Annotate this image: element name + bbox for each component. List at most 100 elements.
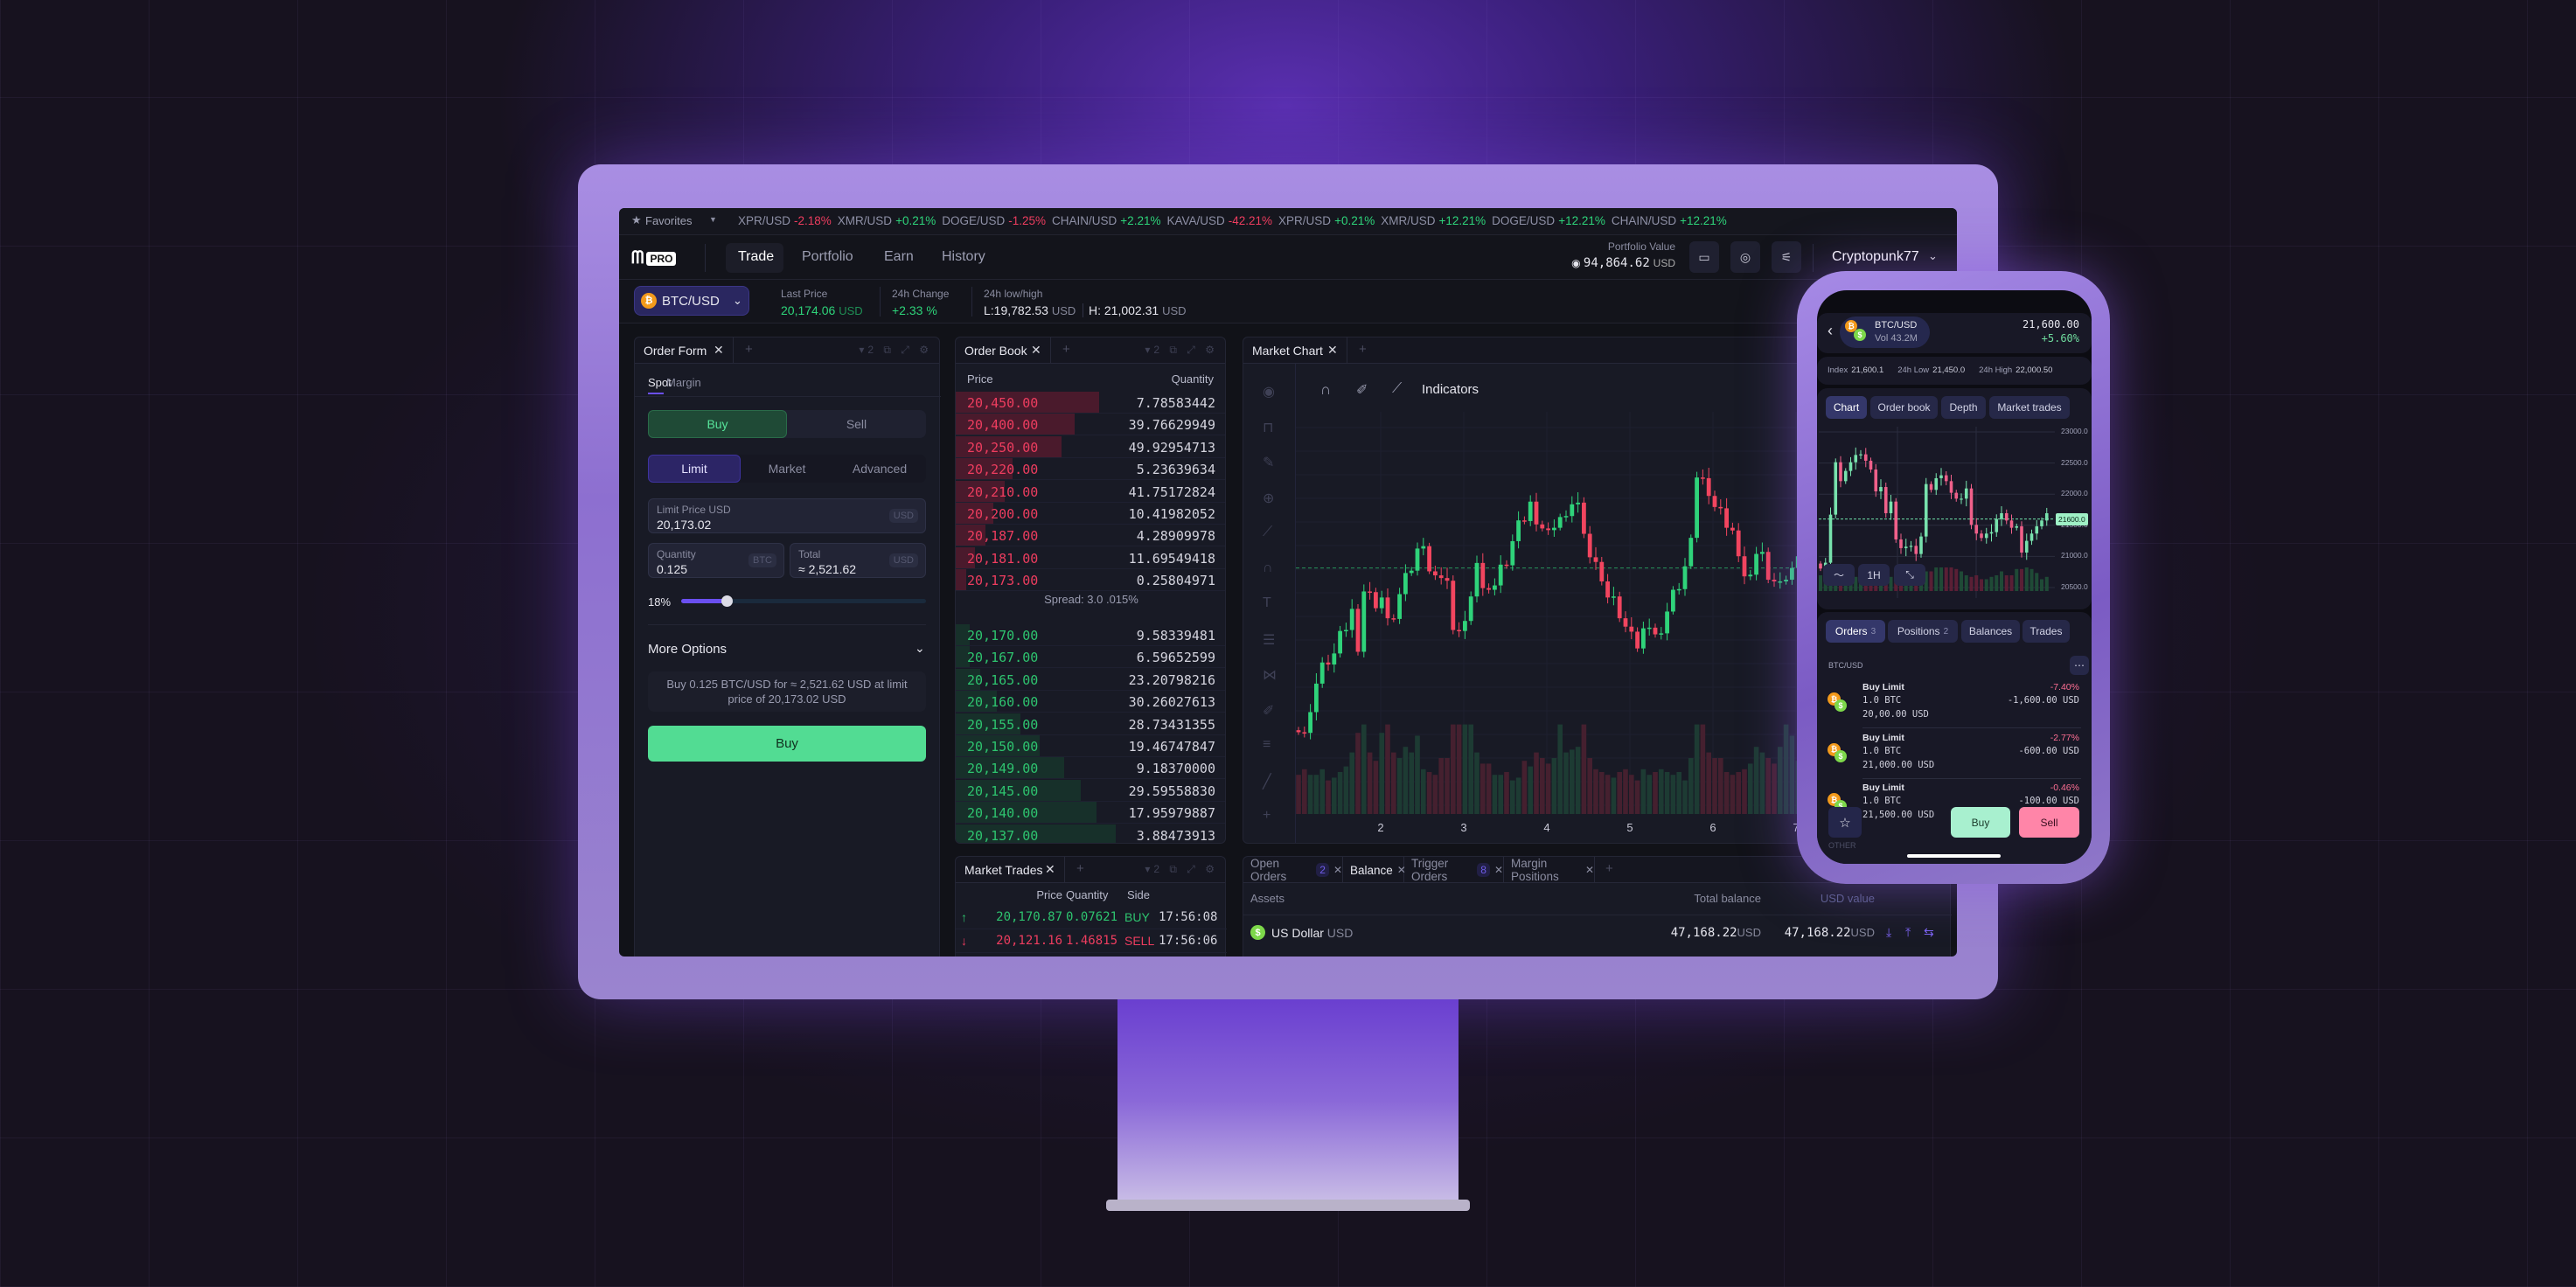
ticker-item[interactable]: XMR/USD +12.21% (1381, 214, 1486, 227)
pencil-lock-icon[interactable]: ✎ (1263, 454, 1274, 471)
order-type-advanced[interactable]: Advanced (833, 455, 926, 483)
amount-slider[interactable] (681, 595, 926, 607)
deposit-icon[interactable]: ⤓ (1886, 925, 1891, 940)
ticker-item[interactable]: DOGE/USD +12.21% (1492, 214, 1605, 227)
ticker-item[interactable]: CHAIN/USD +2.21% (1052, 214, 1160, 227)
tab-trade[interactable]: Trade (738, 249, 774, 265)
tab-margin[interactable]: Margin (666, 376, 701, 389)
add-tab-icon[interactable]: + (1062, 342, 1070, 357)
favorites-dropdown[interactable]: Favorites (645, 214, 692, 227)
balance-row[interactable]: $ US Dollar USD 47,168.22USD 47,168.22US… (1243, 921, 1952, 947)
ruler-icon[interactable]: ⟋ (1263, 525, 1272, 540)
close-icon[interactable]: ✕ (1333, 864, 1342, 876)
chart-type-button[interactable]: 〜 (1823, 564, 1855, 586)
panel-controls[interactable]: ▾2 ⧉ ⤢ ⚙ (1145, 344, 1218, 357)
ticker-item[interactable]: XMR/USD +0.21% (838, 214, 936, 227)
transfer-icon[interactable]: ⇆ (1924, 925, 1934, 940)
add-tab-icon[interactable]: + (1359, 342, 1367, 357)
tab-balance[interactable]: Balance ✕ (1343, 857, 1406, 883)
tab-positions[interactable]: Positions 2 (1888, 620, 1958, 643)
tab-balances[interactable]: Balances (1961, 620, 2020, 643)
quantity-input[interactable]: Quantity 0.125 BTC (648, 543, 784, 578)
tab-market-trades[interactable]: Market trades (1989, 396, 2070, 419)
eye-icon[interactable]: ◉ (1263, 383, 1275, 400)
tab-chart[interactable]: Chart (1826, 396, 1867, 419)
tab-margin-positions[interactable]: Margin Positions ✕ (1504, 857, 1595, 883)
bid-row[interactable]: 20,149.00 9.18370000 (956, 757, 1225, 780)
ask-row[interactable]: 20,200.00 10.41982052 (956, 503, 1225, 525)
tab-portfolio[interactable]: Portfolio (802, 249, 853, 265)
indicators-button[interactable]: Indicators (1422, 382, 1479, 397)
panel-controls[interactable]: ▾2 ⧉ ⤢ ⚙ (859, 344, 932, 357)
bid-row[interactable]: 20,165.00 23.20798216 (956, 668, 1225, 691)
bid-row[interactable]: 20,160.00 30.26027613 (956, 691, 1225, 713)
ticker-item[interactable]: CHAIN/USD +12.21% (1612, 214, 1727, 227)
eye-icon[interactable]: ◉ (1571, 257, 1584, 269)
close-icon[interactable]: ✕ (1031, 343, 1041, 358)
add-tab-icon[interactable]: + (1605, 861, 1613, 876)
ticker-item[interactable]: XPR/USD +0.21% (1278, 214, 1375, 227)
close-icon[interactable]: ✕ (1585, 864, 1594, 876)
tab-open-orders[interactable]: Open Orders 2 ✕ (1243, 857, 1343, 883)
tab-orders[interactable]: Orders 3 (1826, 620, 1885, 643)
ruler-icon[interactable]: ⟋ (1392, 381, 1402, 397)
add-tab-icon[interactable]: + (745, 342, 753, 357)
pair-selector[interactable]: ₿ BTC/USD ⌄ (634, 286, 749, 316)
text-icon[interactable]: T (1263, 595, 1271, 611)
bid-row[interactable]: 20,155.00 28.73431355 (956, 713, 1225, 735)
ask-row[interactable]: 20,173.00 0.25804971 (956, 569, 1225, 592)
brush-icon[interactable]: ✐ (1356, 381, 1368, 399)
bid-row[interactable]: 20,170.00 9.58339481 (956, 624, 1225, 646)
add-tab-icon[interactable]: + (1076, 861, 1084, 876)
submit-buy-button[interactable]: Buy (648, 726, 926, 762)
pair-pill[interactable]: ₿ $ BTC/USD Vol 43.2M (1840, 317, 1930, 348)
close-icon[interactable]: ✕ (1045, 862, 1055, 877)
ask-row[interactable]: 20,210.00 41.75172824 (956, 480, 1225, 503)
brush-icon[interactable]: ✐ (1263, 702, 1274, 720)
more-options-toggle[interactable]: More Options (648, 642, 727, 657)
tab-trades[interactable]: Trades (2023, 620, 2070, 643)
user-menu[interactable]: Cryptopunk77 (1832, 249, 1919, 265)
close-icon[interactable]: ✕ (714, 343, 724, 358)
pattern-icon[interactable]: ⋈ (1263, 666, 1277, 684)
mobile-buy-button[interactable]: Buy (1951, 807, 2010, 838)
magnet-icon[interactable]: ∩ (1263, 560, 1273, 576)
bid-row[interactable]: 20,167.00 6.59652599 (956, 646, 1225, 669)
tab-depth[interactable]: Depth (1941, 396, 1986, 419)
ask-row[interactable]: 20,187.00 4.28909978 (956, 525, 1225, 547)
bid-row[interactable]: 20,150.00 19.46747847 (956, 735, 1225, 757)
order-type-market[interactable]: Market (741, 455, 833, 483)
settings-button[interactable]: ⚟ (1772, 241, 1801, 273)
mobile-sell-button[interactable]: Sell (2019, 807, 2079, 838)
bid-row[interactable]: 20,137.00 3.88473913 (956, 824, 1225, 843)
expand-button[interactable]: ⤡ (1894, 564, 1925, 586)
tab-earn[interactable]: Earn (884, 249, 914, 265)
sell-side-button[interactable]: Sell (787, 410, 926, 438)
support-button[interactable]: ◎ (1730, 241, 1760, 273)
favorite-button[interactable]: ☆ (1828, 807, 1862, 838)
lines-icon[interactable]: ≡ (1263, 737, 1271, 753)
ask-row[interactable]: 20,220.00 5.23639634 (956, 458, 1225, 481)
back-icon[interactable]: ‹ (1828, 322, 1833, 340)
more-button[interactable]: ⋯ (2070, 656, 2089, 675)
magnet-icon[interactable]: ∩ (1320, 381, 1331, 399)
tab-order-book[interactable]: Order book (1870, 396, 1938, 419)
tab-history[interactable]: History (942, 249, 985, 265)
fib-icon[interactable]: ☰ (1263, 631, 1275, 649)
panel-controls[interactable]: ▾2 ⧉ ⤢ ⚙ (1145, 863, 1218, 876)
ticker-item[interactable]: KAVA/USD -42.21% (1166, 214, 1272, 227)
crosshair-icon[interactable]: + (1263, 808, 1271, 824)
lock-icon[interactable]: ⊓ (1263, 419, 1273, 436)
chevron-down-icon[interactable]: ⌄ (1928, 249, 1938, 263)
bid-row[interactable]: 20,140.00 17.95979887 (956, 802, 1225, 824)
wallet-button[interactable]: ▭ (1689, 241, 1719, 273)
ask-row[interactable]: 20,181.00 11.69549418 (956, 546, 1225, 569)
chevron-down-icon[interactable]: ⌄ (915, 641, 925, 656)
total-input[interactable]: Total ≈ 2,521.62 USD (790, 543, 926, 578)
close-icon[interactable]: ✕ (1494, 864, 1503, 876)
close-icon[interactable]: ✕ (1327, 343, 1338, 358)
zoom-in-icon[interactable]: ⊕ (1263, 490, 1274, 507)
ask-row[interactable]: 20,450.00 7.78583442 (956, 392, 1225, 414)
ask-row[interactable]: 20,400.00 39.76629949 (956, 414, 1225, 436)
withdraw-icon[interactable]: ⤒ (1905, 925, 1911, 940)
